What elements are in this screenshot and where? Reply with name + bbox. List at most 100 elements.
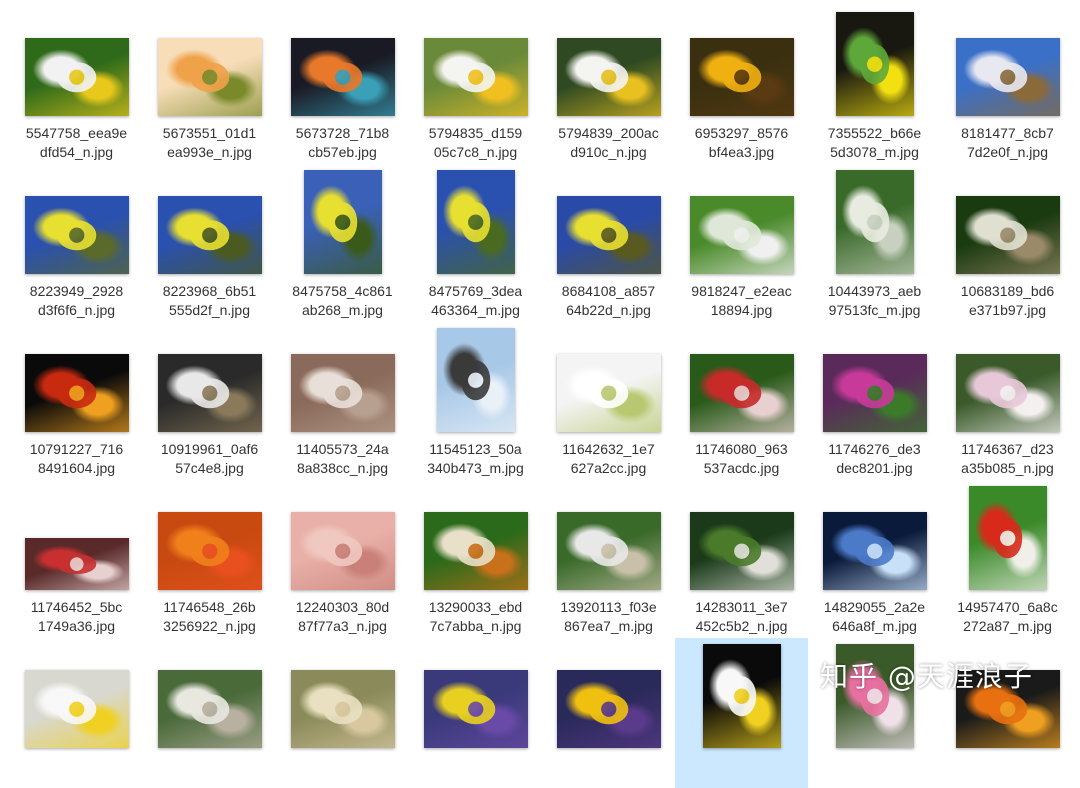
file-item[interactable]: 11405573_24a 8a838cc_n.jpg — [276, 322, 409, 476]
file-item[interactable]: 14283011_3e7 452c5b2_n.jpg — [675, 480, 808, 634]
file-item[interactable] — [276, 638, 409, 788]
file-name-line-2: e371b97.jpg — [968, 302, 1047, 318]
thumbnail-frame — [556, 326, 661, 432]
thumbnail-frame — [556, 484, 661, 590]
file-item[interactable]: 13290033_ebd 7c7abba_n.jpg — [409, 480, 542, 634]
file-name-line-1: 6953297_8576 — [694, 125, 789, 141]
file-grid: 5547758_eea9e dfd54_n.jpg 5673551_01d1 ea99… — [0, 0, 1080, 788]
image-thumbnail — [556, 512, 661, 590]
file-item[interactable]: 5673728_71b8 cb57eb.jpg — [276, 6, 409, 160]
file-name-line-1: 5673728_71b8 — [295, 125, 390, 141]
file-item[interactable]: 8684108_a857 64b22d_n.jpg — [542, 164, 675, 318]
file-name: 8223949_2928 d3f6f6_n.jpg — [12, 282, 141, 320]
file-name-line-1: 8223968_6b51 — [162, 283, 257, 299]
file-name-line-1: 10683189_bd6 — [960, 283, 1055, 299]
file-item[interactable]: 11746548_26b 3256922_n.jpg — [143, 480, 276, 634]
file-item[interactable]: 8475769_3dea 463364_m.jpg — [409, 164, 542, 318]
file-item[interactable]: 8181477_8cb7 7d2e0f_n.jpg — [941, 6, 1074, 160]
file-name-line-2: d910c_n.jpg — [570, 144, 647, 160]
file-name-line-2: 5d3078_m.jpg — [830, 144, 919, 160]
file-item[interactable]: 10443973_aeb 97513fc_m.jpg — [808, 164, 941, 318]
file-name-line-2: 87f77a3_n.jpg — [298, 618, 387, 634]
file-item[interactable]: 5673551_01d1 ea993e_n.jpg — [143, 6, 276, 160]
thumbnail-frame — [24, 642, 129, 748]
file-item[interactable]: 14829055_2a2e 646a8f_m.jpg — [808, 480, 941, 634]
image-thumbnail — [702, 644, 781, 748]
image-thumbnail — [24, 670, 129, 748]
file-item[interactable] — [409, 638, 542, 788]
thumbnail-frame — [822, 168, 927, 274]
thumbnail-frame — [290, 168, 395, 274]
file-item[interactable] — [143, 638, 276, 788]
file-item[interactable] — [542, 638, 675, 788]
file-item[interactable]: 7355522_b66e 5d3078_m.jpg — [808, 6, 941, 160]
file-item[interactable]: 8475758_4c861 ab268_m.jpg — [276, 164, 409, 318]
thumbnail-frame — [556, 642, 661, 748]
file-item[interactable]: 5547758_eea9e dfd54_n.jpg — [10, 6, 143, 160]
watermark: 知乎 @天涯浪子 — [820, 660, 1033, 693]
file-item[interactable]: 14957470_6a8c 272a87_m.jpg — [941, 480, 1074, 634]
file-item[interactable]: 9818247_e2eac 18894.jpg — [675, 164, 808, 318]
file-item[interactable]: 10919961_0af6 57c4e8.jpg — [143, 322, 276, 476]
file-item[interactable]: 11642632_1e7 627a2cc.jpg — [542, 322, 675, 476]
file-name: 5673551_01d1 ea993e_n.jpg — [145, 124, 274, 162]
file-name-line-2: 64b22d_n.jpg — [566, 302, 651, 318]
file-name-line-2: d3f6f6_n.jpg — [37, 302, 116, 318]
thumbnail-frame — [955, 484, 1060, 590]
file-name-line-1: 13920113_f03e — [560, 599, 657, 615]
thumbnail-frame — [24, 168, 129, 274]
image-thumbnail — [290, 38, 395, 116]
file-item[interactable]: 10683189_bd6 e371b97.jpg — [941, 164, 1074, 318]
file-name-line-2: bf4ea3.jpg — [708, 144, 775, 160]
file-item[interactable]: 11746452_5bc 1749a36.jpg — [10, 480, 143, 634]
file-name: 12240303_80d 87f77a3_n.jpg — [278, 598, 407, 636]
file-item[interactable]: 11746367_d23 a35b085_n.jpg — [941, 322, 1074, 476]
file-name-line-2: 340b473_m.jpg — [427, 460, 524, 476]
file-item[interactable]: 8223968_6b51 555d2f_n.jpg — [143, 164, 276, 318]
file-name: 11746276_de3 dec8201.jpg — [810, 440, 939, 478]
file-name-line-1: 14283011_3e7 — [695, 599, 788, 615]
file-item[interactable]: 10791227_716 8491604.jpg — [10, 322, 143, 476]
file-name-line-1: 11746452_5bc — [30, 599, 123, 615]
file-item[interactable]: 11545123_50a 340b473_m.jpg — [409, 322, 542, 476]
file-name: 8684108_a857 64b22d_n.jpg — [544, 282, 673, 320]
file-item[interactable] — [675, 638, 808, 788]
image-thumbnail — [24, 354, 129, 432]
file-name: 11746452_5bc 1749a36.jpg — [12, 598, 141, 636]
image-thumbnail — [689, 512, 794, 590]
thumbnail-frame — [556, 168, 661, 274]
file-name: 8475769_3dea 463364_m.jpg — [411, 282, 540, 320]
file-item[interactable]: 5794835_d159 05c7c8_n.jpg — [409, 6, 542, 160]
file-name-line-1: 11746548_26b — [163, 599, 256, 615]
file-name: 7355522_b66e 5d3078_m.jpg — [810, 124, 939, 162]
file-name-line-1: 7355522_b66e — [827, 125, 922, 141]
thumbnail-frame — [955, 326, 1060, 432]
file-name: 11746367_d23 a35b085_n.jpg — [943, 440, 1072, 478]
file-name: 8475758_4c861 ab268_m.jpg — [278, 282, 407, 320]
file-item[interactable]: 6953297_8576 bf4ea3.jpg — [675, 6, 808, 160]
file-item[interactable]: 5794839_200ac d910c_n.jpg — [542, 6, 675, 160]
file-item[interactable]: 11746080_963 537acdc.jpg — [675, 322, 808, 476]
image-thumbnail — [689, 354, 794, 432]
file-item[interactable]: 12240303_80d 87f77a3_n.jpg — [276, 480, 409, 634]
file-item[interactable]: 13920113_f03e 867ea7_m.jpg — [542, 480, 675, 634]
file-name-line-1: 13290033_ebd — [428, 599, 523, 615]
file-name: 11746080_963 537acdc.jpg — [677, 440, 806, 478]
file-item[interactable] — [10, 638, 143, 788]
file-name-line-1: 11746080_963 — [695, 441, 788, 457]
file-name-line-2: 646a8f_m.jpg — [832, 618, 917, 634]
image-thumbnail — [436, 328, 515, 432]
file-name-line-1: 8475758_4c861 — [292, 283, 393, 299]
file-item[interactable]: 8223949_2928 d3f6f6_n.jpg — [10, 164, 143, 318]
image-thumbnail — [835, 170, 914, 274]
file-name: 6953297_8576 bf4ea3.jpg — [677, 124, 806, 162]
image-thumbnail — [290, 354, 395, 432]
image-thumbnail — [689, 196, 794, 274]
file-name-line-1: 9818247_e2eac — [691, 283, 792, 299]
file-name: 8223968_6b51 555d2f_n.jpg — [145, 282, 274, 320]
thumbnail-frame — [290, 642, 395, 748]
image-thumbnail — [556, 38, 661, 116]
thumbnail-frame — [689, 326, 794, 432]
file-item[interactable]: 11746276_de3 dec8201.jpg — [808, 322, 941, 476]
image-thumbnail — [822, 512, 927, 590]
